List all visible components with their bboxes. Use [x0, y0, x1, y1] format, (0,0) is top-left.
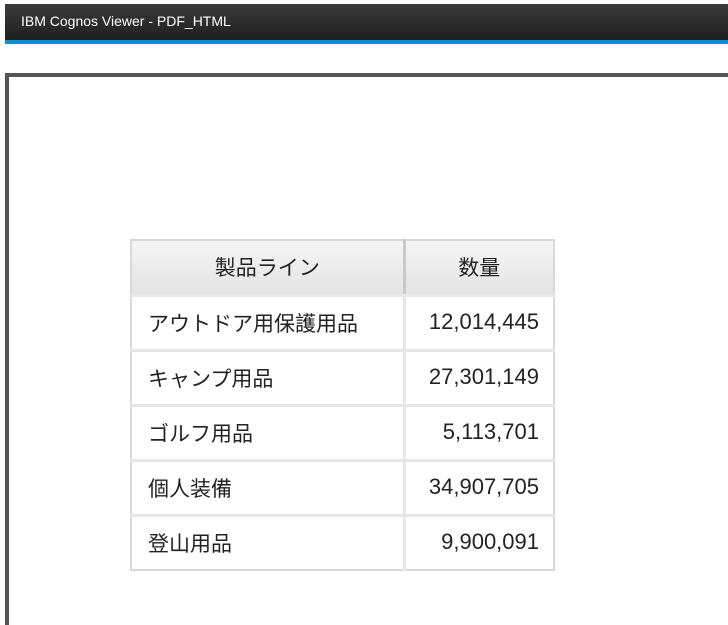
- table-row: ゴルフ用品 5,113,701: [131, 405, 554, 462]
- quantity-cell: 12,014,445: [404, 295, 554, 352]
- product-line-cell: キャンプ用品: [131, 350, 406, 407]
- column-header-quantity: 数量: [404, 240, 554, 297]
- table-row: 個人装備 34,907,705: [131, 460, 554, 517]
- product-line-cell: 登山用品: [131, 515, 406, 570]
- product-line-cell: アウトドア用保護用品: [131, 295, 406, 352]
- quantity-cell: 34,907,705: [404, 460, 554, 517]
- window-title: IBM Cognos Viewer - PDF_HTML: [21, 13, 231, 29]
- quantity-cell: 9,900,091: [441, 528, 539, 554]
- column-header-product-line: 製品ライン: [131, 240, 406, 297]
- quantity-cell: 27,301,149: [404, 350, 554, 407]
- table-row: 登山用品 9,900,091: [131, 515, 554, 570]
- title-accent-bar: [5, 40, 728, 44]
- title-bar: IBM Cognos Viewer - PDF_HTML: [5, 4, 728, 40]
- table-row: アウトドア用保護用品 12,014,445: [131, 295, 554, 352]
- product-line-cell: ゴルフ用品: [131, 405, 406, 462]
- table-header-row: 製品ライン 数量: [131, 240, 554, 297]
- quantity-cell: 5,113,701: [404, 405, 554, 462]
- product-line-cell: 個人装備: [131, 460, 406, 517]
- report-list-table: 製品ライン 数量 アウトドア用保護用品 12,014,445 キャンプ用品 27…: [130, 239, 555, 571]
- table-row: キャンプ用品 27,301,149: [131, 350, 554, 407]
